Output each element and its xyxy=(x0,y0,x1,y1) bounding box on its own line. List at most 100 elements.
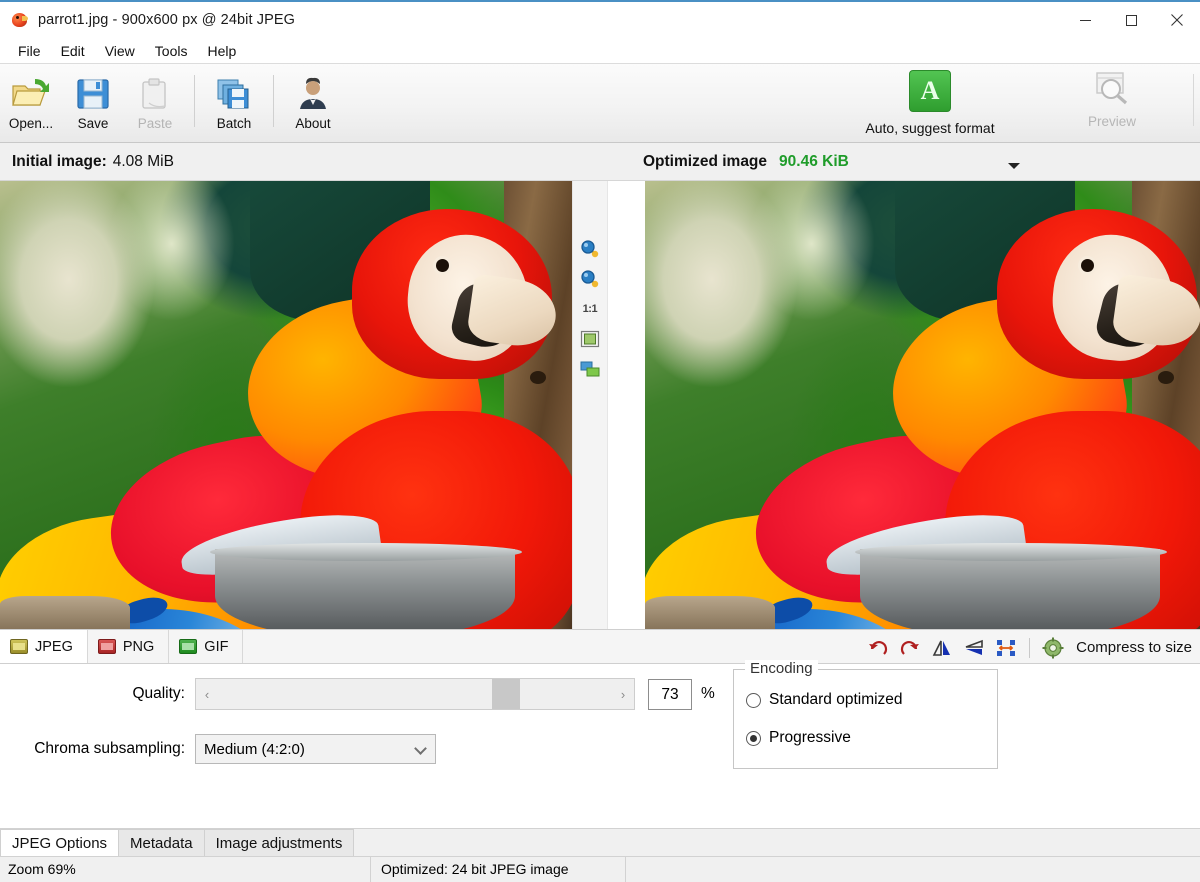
application-window: parrot1.jpg - 900x600 px @ 24bit JPEG Fi… xyxy=(0,0,1200,881)
person-about-icon xyxy=(296,73,330,115)
menu-view[interactable]: View xyxy=(95,41,145,61)
info-bar: Initial image: 4.08 MiB Optimized image … xyxy=(0,143,1200,181)
quality-decrease-arrow[interactable]: ‹ xyxy=(196,679,218,709)
menu-bar: File Edit View Tools Help xyxy=(0,38,1200,63)
main-toolbar: Open... Save Paste xyxy=(0,63,1200,143)
paste-button[interactable]: Paste xyxy=(124,69,186,139)
maximize-button[interactable] xyxy=(1108,2,1154,38)
open-button-label: Open... xyxy=(9,116,53,131)
minimize-button[interactable] xyxy=(1062,2,1108,38)
encoding-group-title: Encoding xyxy=(745,660,818,677)
bottom-tab-bar: JPEG Options Metadata Image adjustments xyxy=(0,828,1200,856)
actual-size-icon[interactable]: 1:1 xyxy=(579,298,601,320)
quality-slider[interactable]: ‹ › xyxy=(195,678,635,710)
zoom-toolbar: 1:1 xyxy=(572,181,609,629)
optimized-image-value: 90.46 KiB xyxy=(779,153,849,171)
preview-button[interactable]: Preview xyxy=(1072,70,1152,129)
toolbar-separator-3 xyxy=(1193,74,1194,126)
menu-tools[interactable]: Tools xyxy=(145,41,198,61)
window-controls xyxy=(1062,2,1200,38)
auto-suggest-label: Auto, suggest format xyxy=(865,120,994,136)
batch-stack-icon xyxy=(216,73,252,115)
batch-button-label: Batch xyxy=(217,116,252,131)
chroma-label: Chroma subsampling: xyxy=(0,740,195,758)
format-tab-bar: JPEG PNG GIF xyxy=(0,629,1200,664)
format-tab-png[interactable]: PNG xyxy=(88,630,169,663)
tab-metadata[interactable]: Metadata xyxy=(118,829,205,856)
compress-to-size-label[interactable]: Compress to size xyxy=(1076,639,1192,656)
window-title: parrot1.jpg - 900x600 px @ 24bit JPEG xyxy=(38,12,295,28)
chevron-down-icon xyxy=(414,742,427,755)
initial-image-info: Initial image: 4.08 MiB xyxy=(0,153,597,171)
encoding-standard-optimized[interactable]: Standard optimized xyxy=(734,691,997,709)
open-folder-icon xyxy=(11,73,51,115)
toolbar-separator-2 xyxy=(273,75,274,127)
format-tab-jpeg-label: JPEG xyxy=(35,639,73,655)
encoding-group: Encoding Standard optimized Progressive xyxy=(733,669,998,769)
original-parrot-image xyxy=(0,181,572,629)
open-button[interactable]: Open... xyxy=(0,69,62,139)
quality-row: Quality: ‹ › 73 % xyxy=(0,678,740,710)
paste-button-label: Paste xyxy=(138,116,173,131)
clipboard-paste-icon xyxy=(138,73,172,115)
menu-help[interactable]: Help xyxy=(197,41,246,61)
flip-horizontal-icon[interactable] xyxy=(929,635,955,661)
status-bar: Zoom 69% Optimized: 24 bit JPEG image xyxy=(0,856,1200,881)
image-tools-group: Compress to size xyxy=(865,630,1192,665)
floppy-disk-icon xyxy=(75,73,111,115)
save-button[interactable]: Save xyxy=(62,69,124,139)
quality-input[interactable]: 73 xyxy=(648,679,692,710)
format-tab-gif[interactable]: GIF xyxy=(169,630,243,663)
original-image-pane[interactable] xyxy=(0,181,572,629)
toolbar-separator-1 xyxy=(194,75,195,127)
menu-edit[interactable]: Edit xyxy=(51,41,95,61)
title-bar: parrot1.jpg - 900x600 px @ 24bit JPEG xyxy=(0,0,1200,38)
format-tab-jpeg[interactable]: JPEG xyxy=(0,630,88,663)
chroma-select-value: Medium (4:2:0) xyxy=(204,741,305,758)
quality-label: Quality: xyxy=(0,685,195,703)
jpeg-options-panel: Quality: ‹ › 73 % Chroma subsampling: Me… xyxy=(0,664,1200,828)
gif-format-icon xyxy=(179,639,197,654)
about-button-label: About xyxy=(295,116,330,131)
encoding-progressive[interactable]: Progressive xyxy=(734,729,997,747)
rotate-left-icon[interactable] xyxy=(865,635,891,661)
optimized-image-info: Optimized image 90.46 KiB xyxy=(597,153,1200,171)
quality-increase-arrow[interactable]: › xyxy=(612,679,634,709)
menu-file[interactable]: File xyxy=(8,41,51,61)
auto-badge: A xyxy=(909,70,951,112)
optimized-image-pane[interactable] xyxy=(645,181,1200,629)
png-format-icon xyxy=(98,639,116,654)
flip-vertical-icon[interactable] xyxy=(961,635,987,661)
rotate-right-icon[interactable] xyxy=(897,635,923,661)
batch-button[interactable]: Batch xyxy=(203,69,265,139)
side-by-side-icon[interactable] xyxy=(579,358,601,380)
magnifier-preview-icon xyxy=(1091,70,1133,109)
status-extra xyxy=(625,857,1200,882)
radio-standard-optimized[interactable] xyxy=(746,693,761,708)
chroma-select[interactable]: Medium (4:2:0) xyxy=(195,734,436,764)
zoom-out-icon[interactable] xyxy=(579,268,601,290)
app-parrot-icon xyxy=(10,10,30,30)
initial-image-value: 4.08 MiB xyxy=(113,153,174,171)
jpeg-format-icon xyxy=(10,639,28,654)
auto-suggest-format-button[interactable]: A Auto, suggest format xyxy=(855,70,1005,136)
tab-jpeg-options[interactable]: JPEG Options xyxy=(0,829,119,856)
fit-to-window-icon[interactable] xyxy=(579,328,601,350)
encoding-standard-label: Standard optimized xyxy=(769,691,903,709)
quality-slider-thumb[interactable] xyxy=(492,679,520,709)
zoom-in-icon[interactable] xyxy=(579,238,601,260)
tab-image-adjustments[interactable]: Image adjustments xyxy=(204,829,355,856)
preview-button-label: Preview xyxy=(1088,114,1136,129)
encoding-progressive-label: Progressive xyxy=(769,729,851,747)
tools-separator xyxy=(1029,638,1030,658)
optimized-image-label: Optimized image xyxy=(643,153,767,171)
gear-compress-icon[interactable] xyxy=(1040,635,1066,661)
chroma-row: Chroma subsampling: Medium (4:2:0) xyxy=(0,734,740,764)
resize-icon[interactable] xyxy=(993,635,1019,661)
quality-percent-label: % xyxy=(701,685,715,703)
about-button[interactable]: About xyxy=(282,69,344,139)
save-button-label: Save xyxy=(78,116,109,131)
chevron-down-icon[interactable] xyxy=(1008,163,1020,169)
radio-progressive[interactable] xyxy=(746,731,761,746)
close-button[interactable] xyxy=(1154,2,1200,38)
